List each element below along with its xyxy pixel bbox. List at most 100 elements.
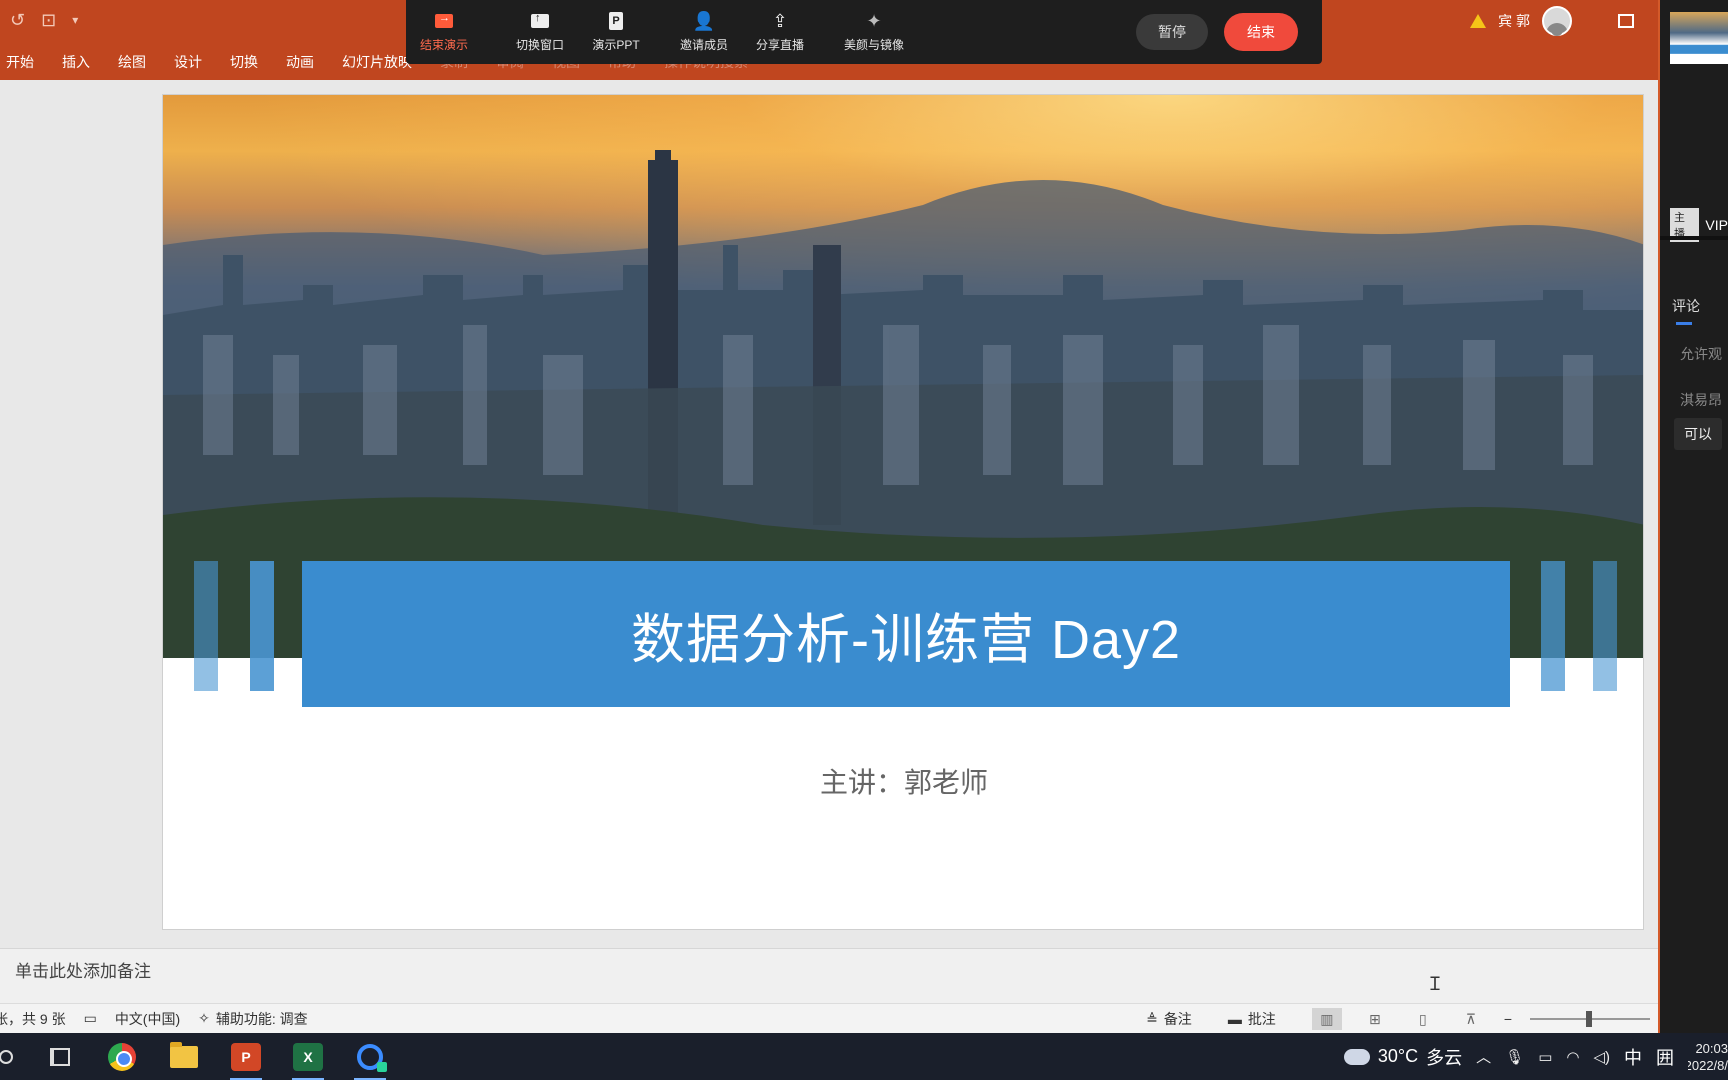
task-view-button[interactable] <box>40 1037 80 1077</box>
weather-widget[interactable]: 30°C 多云 <box>1339 1040 1463 1070</box>
search-icon <box>0 1049 13 1064</box>
partly-cloudy-icon <box>1339 1040 1370 1065</box>
decorative-bar-right-2 <box>1593 561 1617 691</box>
title-band: 数据分析-训练营 Day2 <box>302 561 1510 707</box>
comment-setting-text: 允许观 <box>1680 346 1722 362</box>
folder-icon <box>170 1041 198 1068</box>
language-indicator[interactable]: 中文(中国) <box>115 1009 180 1029</box>
notes-pane[interactable]: 单击此处添加备注 <box>0 948 1658 1003</box>
start-slideshow-icon[interactable]: ⊡ <box>41 10 56 31</box>
reading-view-icon[interactable]: ▯ <box>1408 1008 1438 1030</box>
tab-design[interactable]: 设计 <box>160 52 216 72</box>
notes-toggle[interactable]: ≜ 备注 <box>1146 1009 1192 1029</box>
beauty-mirror-label: 美颜与镜像 <box>843 37 904 52</box>
excel-taskbar-button[interactable]: X <box>288 1037 328 1080</box>
comment-message: 可以 <box>1674 418 1722 450</box>
comments-toggle[interactable]: ▬ 批注 <box>1228 1009 1276 1029</box>
spellcheck-icon[interactable]: ▭ <box>84 1010 97 1027</box>
beauty-mirror-icon: ✦ <box>866 10 882 31</box>
ribbon-display-options-icon[interactable] <box>1618 14 1634 28</box>
comment-icon: ▬ <box>1227 1011 1242 1027</box>
share-live-button[interactable]: ⇪ 分享直播 <box>742 12 818 53</box>
end-presentation-button[interactable]: 结束演示 <box>406 12 482 53</box>
powerpoint-taskbar-button[interactable]: P <box>226 1037 266 1080</box>
comments-toggle-label: 批注 <box>1247 1011 1276 1027</box>
volume-icon[interactable]: ◁) <box>1593 1048 1610 1066</box>
notes-placeholder[interactable]: 单击此处添加备注 <box>15 957 151 982</box>
clock-date: 2022/8/ <box>1688 1057 1728 1073</box>
search-button[interactable] <box>0 1037 20 1077</box>
customize-qat-icon[interactable]: ▾ <box>72 13 78 27</box>
text-cursor-icon: Ｉ <box>1426 974 1444 994</box>
end-presentation-icon <box>434 12 454 30</box>
user-name[interactable]: 宾 郭 <box>1498 11 1530 31</box>
tab-comments[interactable]: 评论 <box>1672 296 1700 325</box>
meeting-side-panel: 主播 VIP 评论 允许观 淇易昂 可以 <box>1658 0 1728 1033</box>
slide-title[interactable]: 数据分析-训练营 Day2 <box>631 595 1181 674</box>
slide-subtitle[interactable]: 主讲：郭老师 <box>163 761 1643 801</box>
zoom-slider[interactable] <box>1530 1011 1650 1027</box>
tab-transitions[interactable]: 切换 <box>216 52 272 72</box>
weather-temp: 30°C <box>1377 1046 1419 1066</box>
excel-icon: X <box>293 1042 323 1071</box>
invite-member-button[interactable]: 👤 邀请成员 <box>666 12 742 53</box>
system-tray: 30°C 多云 ︿ 🎙 ▭ ◠ ◁) 中 囲 20:03 2022/8/ <box>1339 1033 1728 1080</box>
current-slide[interactable]: 数据分析-训练营 Day2 主讲：郭老师 <box>162 94 1644 930</box>
tab-animations[interactable]: 动画 <box>272 52 328 72</box>
ime-layout-indicator[interactable]: 囲 <box>1656 1044 1674 1070</box>
avatar[interactable] <box>1542 6 1572 36</box>
accessibility-label: 辅助功能: 调查 <box>215 1010 308 1027</box>
switch-window-label: 切换窗口 <box>515 37 564 52</box>
switch-window-icon <box>530 12 550 30</box>
ppt-icon: P <box>606 11 626 30</box>
present-ppt-button[interactable]: P 演示PPT <box>578 11 654 53</box>
decorative-bar-left-1 <box>194 561 218 691</box>
undo-icon[interactable]: ↺ <box>10 10 25 31</box>
meeting-app-icon <box>357 1043 387 1072</box>
end-presentation-label: 结束演示 <box>419 37 468 52</box>
switch-window-button[interactable]: 切换窗口 <box>502 12 578 53</box>
slide-editor: 数据分析-训练营 Day2 主讲：郭老师 <box>0 80 1658 947</box>
battery-icon[interactable]: ▭ <box>1538 1048 1552 1066</box>
wifi-icon[interactable]: ◠ <box>1566 1048 1579 1066</box>
account-area: 宾 郭 <box>1470 6 1634 36</box>
decorative-bar-right-1 <box>1541 561 1565 691</box>
windows-taskbar: P X 30°C 多云 ︿ 🎙 ▭ ◠ ◁) 中 囲 20:03 2022/8/ <box>0 1033 1728 1080</box>
notes-icon: ≜ <box>1146 1010 1158 1027</box>
presenter-video-thumbnail[interactable] <box>1670 12 1728 64</box>
weather-text: 多云 <box>1426 1047 1463 1068</box>
slide-sorter-view-icon[interactable]: ⊞ <box>1360 1008 1390 1030</box>
end-meeting-button[interactable]: 结束 <box>1224 13 1298 51</box>
share-live-label: 分享直播 <box>755 37 804 52</box>
clock-time: 20:03 <box>1695 1040 1728 1056</box>
meeting-share-toolbar: 结束演示 切换窗口 P 演示PPT 👤 邀请成员 ⇪ 分享直播 ✦ 美颜与镜像 … <box>406 0 1322 64</box>
share-live-icon: ⇪ <box>772 10 788 31</box>
quick-access-toolbar: ↺ ⊡ ▾ <box>0 0 78 40</box>
powerpoint-icon: P <box>231 1042 261 1071</box>
normal-view-icon[interactable]: ▥ <box>1311 1008 1342 1030</box>
decorative-bar-left-2 <box>250 561 274 691</box>
meeting-app-taskbar-button[interactable] <box>350 1037 390 1080</box>
show-hidden-icons-icon[interactable]: ︿ <box>1476 1046 1491 1067</box>
pause-button[interactable]: 暂停 <box>1136 14 1208 50</box>
tab-home[interactable]: 开始 <box>0 52 48 72</box>
task-view-icon <box>50 1047 70 1066</box>
slideshow-view-icon[interactable]: ⊼ <box>1456 1008 1486 1030</box>
comment-author: 淇易昂 <box>1680 392 1722 408</box>
tab-insert[interactable]: 插入 <box>48 52 104 72</box>
ime-mode-indicator[interactable]: 中 <box>1624 1044 1642 1070</box>
beauty-mirror-button[interactable]: ✦ 美颜与镜像 <box>824 12 924 53</box>
invite-member-icon: 👤 <box>692 10 716 31</box>
microphone-icon[interactable]: 🎙 <box>1505 1048 1524 1066</box>
clock[interactable]: 20:03 2022/8/ <box>1688 1040 1728 1074</box>
accessibility-icon: ✧ <box>198 1010 210 1026</box>
chrome-taskbar-button[interactable] <box>102 1037 142 1077</box>
present-ppt-label: 演示PPT <box>592 37 640 52</box>
zoom-out-icon[interactable]: − <box>1504 1011 1512 1027</box>
warning-icon <box>1470 14 1487 28</box>
accessibility-checker[interactable]: ✧ 辅助功能: 调查 <box>198 1009 308 1029</box>
file-explorer-taskbar-button[interactable] <box>164 1037 204 1077</box>
tab-draw[interactable]: 绘图 <box>104 52 160 72</box>
host-name: VIP <box>1705 217 1728 233</box>
status-bar-right: ≜ 备注 ▬ 批注 ▥ ⊞ ▯ ⊼ − <box>1146 1004 1658 1034</box>
